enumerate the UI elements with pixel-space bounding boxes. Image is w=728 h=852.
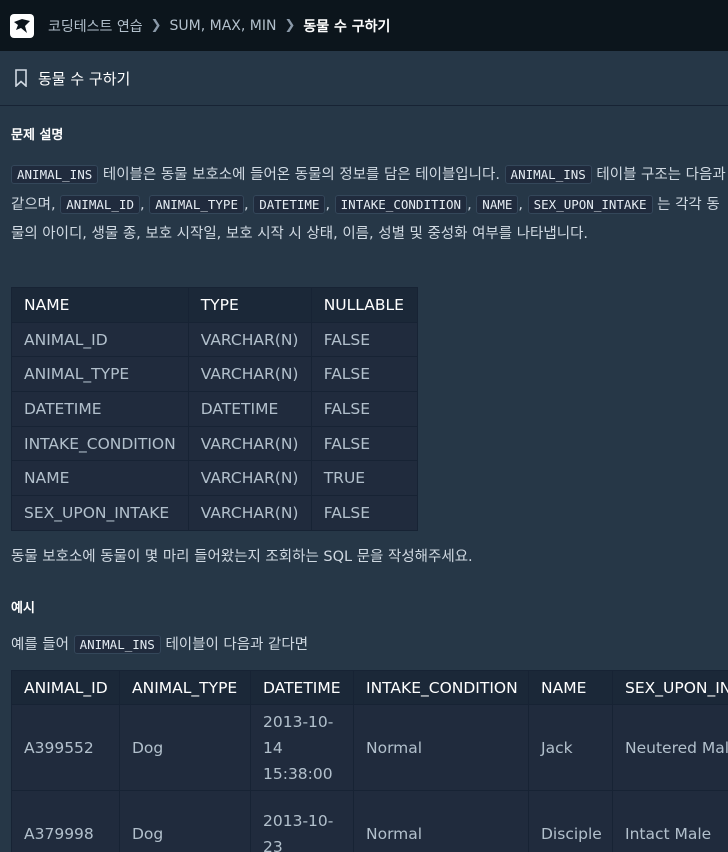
example-intro: 예를 들어 ANIMAL_INS 테이블이 다음과 같다면 [11, 633, 308, 654]
comma: , [518, 197, 528, 213]
table-cell: DATETIME [187, 391, 312, 427]
column-header: NULLABLE [310, 287, 418, 323]
chevron-right-icon: ❯ [284, 18, 296, 33]
table-cell: 2013-10-23 [250, 790, 354, 852]
table-cell: Normal [353, 790, 529, 852]
example-intro-text: 예를 들어 [11, 637, 74, 653]
table-row: ANIMAL_TYPE VARCHAR(N) FALSE [11, 356, 418, 393]
table-row: INTAKE_CONDITION VARCHAR(N) FALSE [11, 425, 418, 462]
table-cell: Dog [119, 704, 251, 791]
column-header: INTAKE_CONDITION [353, 670, 529, 705]
table-cell: DATETIME [11, 391, 189, 427]
column-header: DATETIME [250, 670, 354, 705]
column-header: NAME [11, 287, 189, 323]
column-header: SEX_UPON_INTAKE [612, 670, 728, 705]
code-animal-ins: ANIMAL_INS [11, 165, 99, 184]
table-row: ANIMAL_ID VARCHAR(N) FALSE [11, 321, 418, 358]
example-table: ANIMAL_ID ANIMAL_TYPE DATETIME INTAKE_CO… [11, 670, 728, 852]
breadcrumb-category[interactable]: SUM, MAX, MIN [170, 18, 277, 34]
table-cell: FALSE [310, 391, 418, 427]
table-cell: ANIMAL_TYPE [11, 356, 189, 393]
problem-description: ANIMAL_INS 테이블은 동물 보호소에 들어온 동물의 정보를 담은 테… [11, 160, 728, 249]
table-cell: Disciple [528, 790, 613, 852]
code-animal-type: ANIMAL_TYPE [149, 195, 244, 214]
column-header: ANIMAL_ID [11, 670, 120, 705]
table-cell: Normal [353, 704, 529, 791]
table-cell: VARCHAR(N) [187, 425, 312, 462]
breadcrumb-coding-test[interactable]: 코딩테스트 연습 [48, 16, 143, 36]
table-cell: Neutered Male [612, 704, 728, 791]
column-header: ANIMAL_TYPE [119, 670, 251, 705]
table-cell: VARCHAR(N) [187, 356, 312, 393]
code-animal-ins: ANIMAL_INS [73, 635, 161, 654]
table-cell: FALSE [310, 356, 418, 393]
table-cell: FALSE [310, 425, 418, 462]
schema-table: NAME TYPE NULLABLE ANIMAL_ID VARCHAR(N) … [11, 287, 418, 531]
comma: , [467, 197, 477, 213]
code-animal-ins: ANIMAL_INS [504, 165, 592, 184]
column-header: TYPE [187, 287, 312, 323]
table-row: A379998 Dog 2013-10-23 Normal Disciple I… [11, 790, 728, 852]
table-cell: ANIMAL_ID [11, 321, 189, 358]
table-cell: Jack [528, 704, 613, 791]
table-row: SEX_UPON_INTAKE VARCHAR(N) FALSE [11, 495, 418, 531]
example-intro-text: 테이블이 다음과 같다면 [160, 637, 309, 653]
code-name: NAME [476, 195, 519, 214]
table-cell: A399552 [11, 704, 120, 791]
comma: , [244, 197, 254, 213]
table-cell: VARCHAR(N) [187, 460, 312, 497]
table-cell: Dog [119, 790, 251, 852]
bookmark-icon[interactable] [14, 69, 28, 87]
table-cell: 2013-10-14 15:38:00 [250, 704, 354, 791]
code-animal-id: ANIMAL_ID [60, 195, 140, 214]
desc-text-1: 테이블은 동물 보호소에 들어온 동물의 정보를 담은 테이블입니다. [98, 167, 505, 183]
breadcrumb-current: 동물 수 구하기 [303, 18, 391, 35]
chevron-right-icon: ❯ [150, 18, 162, 33]
code-datetime: DATETIME [253, 195, 326, 214]
problem-title-bar: 동물 수 구하기 [0, 51, 728, 106]
table-cell: A379998 [11, 790, 120, 852]
comma: , [325, 197, 335, 213]
table-cell: FALSE [310, 495, 418, 531]
table-cell: SEX_UPON_INTAKE [11, 495, 189, 531]
table-cell: VARCHAR(N) [187, 495, 312, 531]
table-header-row: ANIMAL_ID ANIMAL_TYPE DATETIME INTAKE_CO… [11, 670, 728, 705]
table-row: NAME VARCHAR(N) TRUE [11, 460, 418, 497]
column-header: NAME [528, 670, 613, 705]
comma: , [139, 197, 150, 213]
section-heading-example: 예시 [11, 601, 35, 616]
table-cell: INTAKE_CONDITION [11, 425, 189, 462]
code-sex-upon-intake: SEX_UPON_INTAKE [527, 195, 653, 214]
top-navigation-bar: 코딩테스트 연습 ❯ SUM, MAX, MIN ❯ 동물 수 구하기 [0, 0, 728, 51]
table-row: A399552 Dog 2013-10-14 15:38:00 Normal J… [11, 704, 728, 791]
table-cell: TRUE [310, 460, 418, 497]
section-heading-problem: 문제 설명 [11, 128, 64, 143]
table-header-row: NAME TYPE NULLABLE [11, 287, 418, 323]
problem-content: 문제 설명 ANIMAL_INS 테이블은 동물 보호소에 들어온 동물의 정보… [11, 106, 728, 852]
page-title: 동물 수 구하기 [38, 69, 131, 88]
table-cell: VARCHAR(N) [187, 321, 312, 358]
table-row: DATETIME DATETIME FALSE [11, 391, 418, 427]
table-cell: FALSE [310, 321, 418, 358]
question-text: 동물 보호소에 동물이 몇 마리 들어왔는지 조회하는 SQL 문을 작성해주세… [11, 549, 473, 565]
table-cell: Intact Male [612, 790, 728, 852]
table-cell: NAME [11, 460, 189, 497]
code-intake-condition: INTAKE_CONDITION [334, 195, 468, 214]
programmers-logo-icon[interactable] [10, 13, 34, 38]
